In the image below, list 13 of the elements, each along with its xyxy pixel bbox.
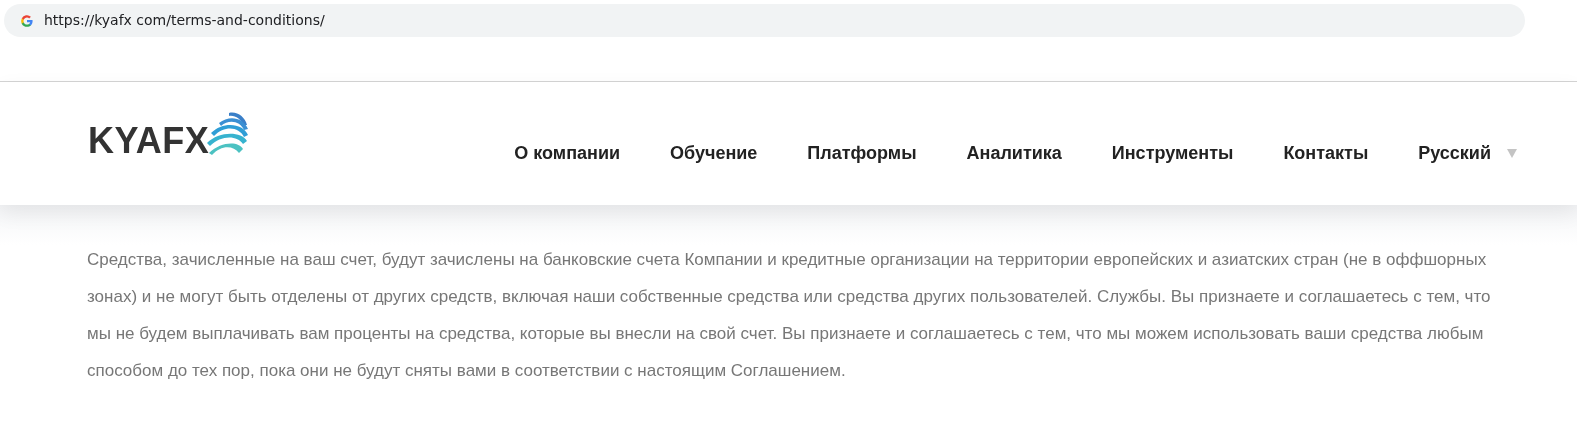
nav-link[interactable]: О компании [514, 140, 621, 167]
terms-paragraph: Средства, зачисленные на ваш счет, будут зачислены на банковские счета Компании и кредитные организации на территории европейских и азиатских стран (не в оффшорных зонах) и не могут быть отделены от других средств, включая наши собственные средства или средства других пользователей. Службы. Вы признаете и соглашаетесь с тем, что мы не будем выплачивать вам проценты на средства, которые вы внесли на свой счет. Вы признаете и соглашаетесь с тем, что мы можем использовать ваши средства любым способом до тех пор, пока они не будут сняты вами в соответствии с настоящим Соглашением. [87, 249, 1492, 382]
nav-link[interactable]: Контакты [1283, 140, 1369, 167]
nav-link[interactable]: Инструменты [1111, 140, 1234, 167]
logo-text: KYAFX [88, 118, 210, 163]
address-bar[interactable]: https://kyafx com/terms-and-conditions/ [4, 4, 1525, 37]
nav-link[interactable]: Аналитика [966, 140, 1062, 167]
caret-icon[interactable] [1507, 149, 1517, 158]
language-dropdown[interactable]: Русский [1418, 140, 1491, 167]
nav-link[interactable]: Обучение [670, 140, 758, 167]
url-text: https://kyafx com/terms-and-conditions/ [44, 11, 325, 30]
google-icon [20, 13, 34, 28]
nav-link[interactable]: Платформы [807, 140, 917, 167]
